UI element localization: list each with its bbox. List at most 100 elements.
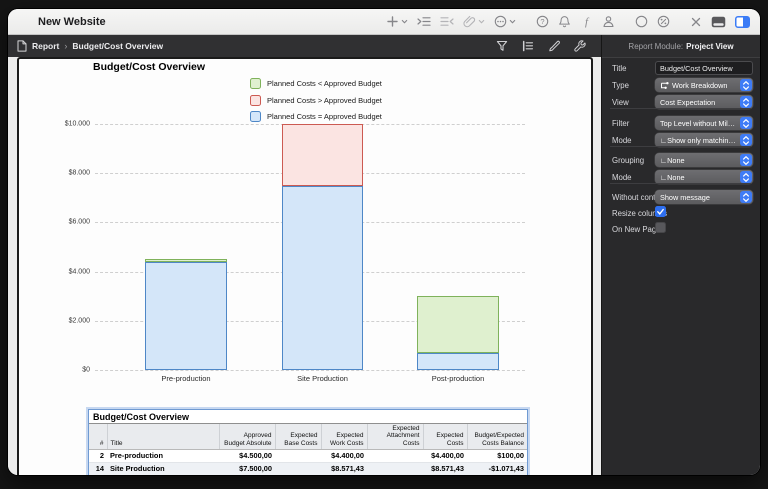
y-axis-tick: $0 — [82, 367, 90, 374]
caret-updown-icon — [740, 134, 752, 146]
main-area: Report › Budget/Cost Overview Budget/Cos… — [8, 35, 760, 475]
without-content-popup[interactable]: Show message — [655, 190, 753, 204]
bottom-panel-button[interactable] — [711, 16, 726, 28]
x-axis-label: Post-production — [432, 374, 485, 383]
field-control: Cost Expectation — [655, 95, 753, 109]
style-button[interactable] — [548, 40, 560, 52]
column-header: Approved Budget Absolute — [219, 424, 275, 450]
x-axis-label: Site Production — [297, 374, 348, 383]
table-cell: -$1.071,43 — [467, 463, 527, 475]
table-cell: $8.571,43 — [321, 463, 367, 475]
popup-value: Work Breakdown — [672, 81, 727, 90]
field-control: ∟Show only matchin… — [655, 133, 753, 147]
more-button[interactable] — [494, 15, 516, 28]
report-canvas: Budget/Cost Overview Planned Costs < App… — [8, 57, 601, 475]
filter-popup[interactable]: Top Level without Mil… — [655, 116, 753, 130]
type-popup[interactable]: Work Breakdown — [655, 78, 753, 92]
breadcrumb-separator: › — [64, 41, 67, 51]
toolbar: ?f — [377, 9, 750, 34]
app-window: New Website ?f Report › Budget/Cost Over… — [8, 9, 760, 475]
grouping-popup[interactable]: ∟None — [655, 153, 753, 167]
inspector-separator — [610, 146, 752, 147]
help-button[interactable]: ? — [536, 15, 549, 28]
legend-swatch-equal — [250, 111, 261, 122]
field-control: ∟None — [655, 170, 753, 184]
report-table[interactable]: Budget/Cost Overview #TitleApproved Budg… — [88, 409, 528, 475]
attach-button[interactable] — [463, 15, 485, 28]
gridline — [95, 370, 525, 371]
field-label: On New Page — [612, 225, 661, 234]
field-label: Mode — [612, 173, 632, 182]
resize-columns-checkbox[interactable] — [655, 206, 666, 217]
inspector-header-value: Project View — [686, 42, 733, 51]
chart-plot: $10.000$8.000$6.000$4.000$2.000$0Pre-pro… — [95, 124, 525, 370]
svg-text:?: ? — [540, 17, 544, 26]
percent-icon — [657, 15, 670, 28]
inspector-header-label: Report Module: — [628, 42, 683, 51]
cut-button[interactable] — [690, 16, 702, 28]
column-header: Expected Work Costs — [321, 424, 367, 450]
outdent-button[interactable] — [440, 16, 454, 27]
breadcrumb-report[interactable]: Report — [32, 41, 59, 51]
report-table-title: Budget/Cost Overview — [89, 410, 527, 424]
inspector-row: Mode ∟Show only matchin… — [612, 133, 753, 147]
title-bar[interactable]: New Website ?f — [8, 9, 760, 35]
outdent-icon — [440, 16, 454, 27]
field-label: Mode — [612, 136, 632, 145]
filter-mode-popup[interactable]: ∟Show only matchin… — [655, 133, 753, 147]
report-column: Report › Budget/Cost Overview Budget/Cos… — [8, 35, 601, 475]
popup-value: Show message — [660, 193, 710, 202]
inspector-separator — [610, 108, 752, 109]
right-panel-button[interactable] — [735, 16, 750, 28]
notifications-button[interactable] — [558, 15, 571, 28]
field-control — [655, 61, 753, 75]
inspector-row: Without contentShow message — [612, 190, 753, 204]
breadcrumb-actions — [496, 40, 592, 52]
breadcrumb: Report › Budget/Cost Overview — [8, 35, 601, 57]
inspector-row: View Cost Expectation — [612, 95, 753, 109]
right-panel-icon — [735, 16, 750, 28]
chevron-down-icon — [509, 18, 516, 25]
indent-button[interactable] — [417, 16, 431, 27]
table-cell: $4.500,00 — [219, 450, 275, 463]
inspector-row: Grouping ∟None — [612, 153, 753, 167]
column-header: Budget/Expected Costs Balance — [467, 424, 527, 450]
bar-segment-under — [417, 296, 499, 353]
table-cell: 14 — [89, 463, 107, 475]
resources-button[interactable] — [602, 15, 615, 28]
x-axis-label: Pre-production — [161, 374, 210, 383]
inspector-separator — [610, 183, 752, 184]
progress-button[interactable] — [635, 15, 648, 28]
table-cell: $7.500,00 — [219, 463, 275, 475]
bar-segment-equal — [145, 262, 227, 370]
legend-label: Planned Costs < Approved Budget — [267, 79, 382, 88]
column-header: Expected Base Costs — [275, 424, 321, 450]
field-control — [655, 206, 753, 220]
table-cell: Site Production — [107, 463, 219, 475]
table-row: 2Pre-production$4.500,00$4.400,00$4.400,… — [89, 450, 527, 463]
filter-button[interactable] — [496, 40, 508, 52]
field-label: View — [612, 98, 629, 107]
field-control: Show message — [655, 190, 753, 204]
add-button[interactable] — [386, 15, 408, 28]
wbs-icon — [660, 81, 669, 90]
grouping-mode-popup[interactable]: ∟None — [655, 170, 753, 184]
field-label: Filter — [612, 119, 629, 128]
settings-button[interactable] — [574, 40, 586, 52]
popup-value: ∟None — [660, 156, 685, 165]
field-control: Work Breakdown — [655, 78, 753, 92]
breadcrumb-current[interactable]: Budget/Cost Overview — [72, 41, 163, 51]
flag-button[interactable]: f — [580, 15, 593, 28]
title-field[interactable] — [655, 61, 753, 75]
popup-value: Cost Expectation — [660, 98, 715, 107]
bottom-panel-icon — [711, 16, 726, 28]
percent-button[interactable] — [657, 15, 670, 28]
inspector-row: Filter Top Level without Mil… — [612, 116, 753, 130]
view-popup[interactable]: Cost Expectation — [655, 95, 753, 109]
chart-legend: Planned Costs < Approved BudgetPlanned C… — [250, 78, 382, 122]
inspector-header: Report Module: Project View — [602, 35, 760, 58]
align-button[interactable] — [522, 40, 534, 52]
column-header: Expected Costs — [423, 424, 467, 450]
field-label: Grouping — [612, 156, 644, 165]
on-new-page-checkbox[interactable] — [655, 222, 666, 233]
